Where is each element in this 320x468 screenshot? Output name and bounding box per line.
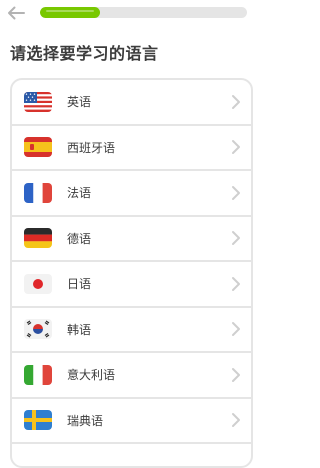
chevron-right-icon	[232, 94, 240, 109]
language-item-spanish[interactable]: 西班牙语	[12, 126, 251, 171]
language-item-french[interactable]: 法语	[12, 171, 251, 217]
language-label: 意大利语	[67, 368, 116, 383]
page-title: 请选择要学习的语言	[10, 44, 159, 63]
progress-fill	[40, 7, 101, 18]
italy-flag-icon	[24, 364, 52, 385]
language-label: 法语	[67, 186, 92, 201]
language-item-german[interactable]: 德语	[12, 217, 251, 262]
chevron-right-icon	[232, 276, 240, 291]
chevron-right-icon	[232, 231, 240, 246]
us-flag-icon	[24, 91, 52, 112]
japan-flag-icon	[24, 273, 52, 294]
language-item-english[interactable]: 英语	[12, 80, 251, 126]
chevron-right-icon	[232, 367, 240, 382]
back-button[interactable]	[4, 2, 28, 24]
language-label: 日语	[67, 277, 92, 292]
language-label: 瑞典语	[67, 413, 104, 428]
language-item-italian[interactable]: 意大利语	[12, 353, 251, 399]
arrow-left-icon	[8, 6, 25, 20]
language-label: 德语	[67, 231, 92, 246]
korea-flag-icon	[24, 319, 52, 340]
language-item-korean[interactable]: 韩语	[12, 308, 251, 353]
language-label: 英语	[67, 95, 92, 110]
language-list: 英语 西班牙语 法语 德语 日语 韩语 意大利语 瑞典语	[10, 78, 253, 468]
germany-flag-icon	[24, 228, 52, 249]
chevron-right-icon	[232, 140, 240, 155]
language-label: 韩语	[67, 322, 92, 337]
language-label: 西班牙语	[67, 140, 116, 155]
chevron-right-icon	[232, 322, 240, 337]
language-item-japanese[interactable]: 日语	[12, 262, 251, 308]
top-bar	[0, 0, 263, 26]
language-item-swedish[interactable]: 瑞典语	[12, 399, 251, 444]
chevron-right-icon	[232, 185, 240, 200]
chevron-right-icon	[232, 413, 240, 428]
progress-bar	[40, 7, 247, 18]
sweden-flag-icon	[24, 410, 52, 431]
spain-flag-icon	[24, 137, 52, 158]
france-flag-icon	[24, 182, 52, 203]
language-item-partial[interactable]	[12, 444, 251, 466]
